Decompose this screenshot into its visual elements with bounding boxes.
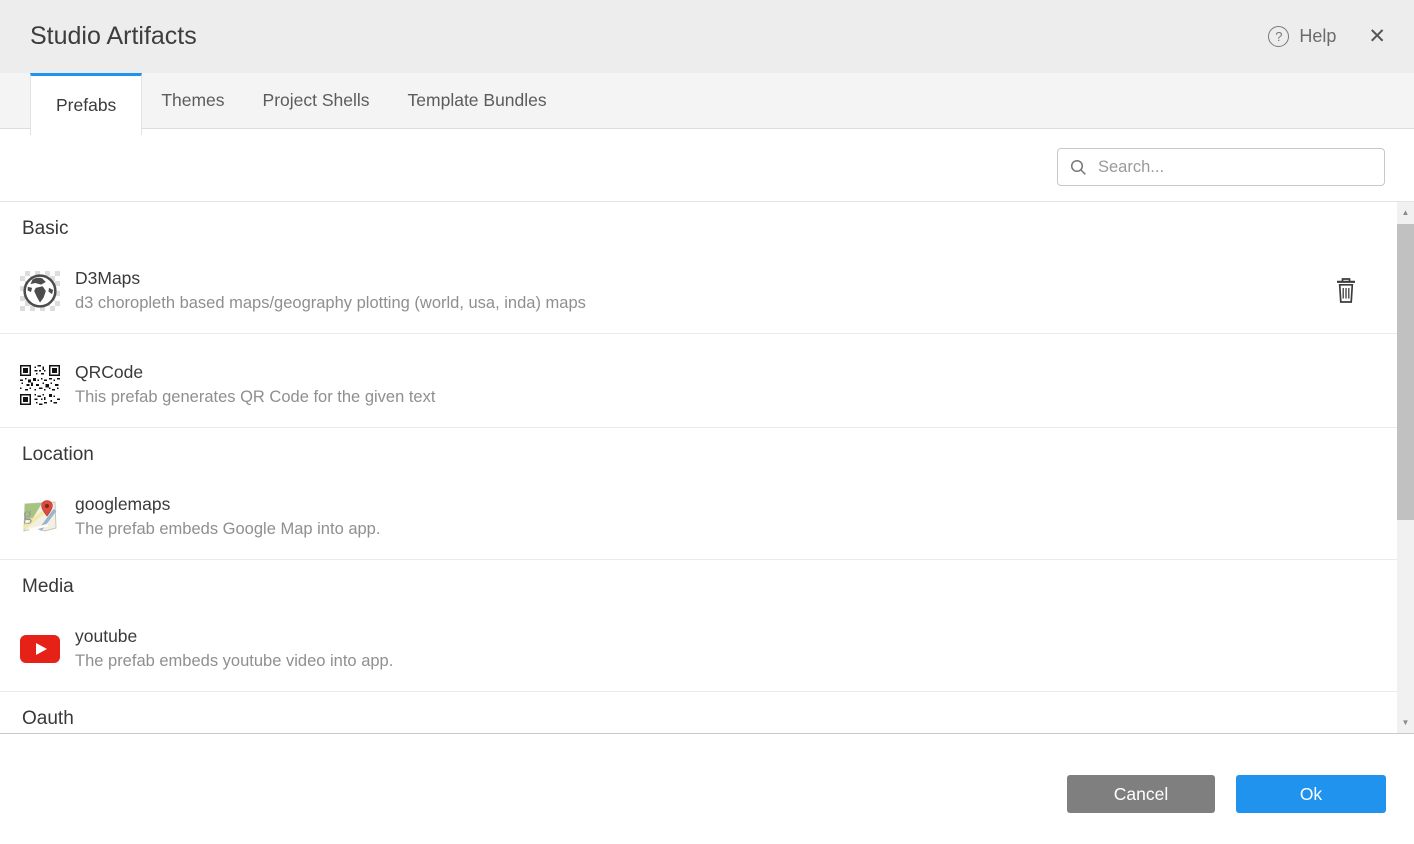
- prefab-row-d3maps[interactable]: D3Maps d3 choropleth based maps/geograph…: [0, 248, 1397, 334]
- prefab-description: The prefab embeds Google Map into app.: [75, 520, 380, 539]
- delete-prefab-button[interactable]: [1335, 277, 1357, 304]
- prefab-list-content: Basic D3Maps d3 choropleth based maps/ge…: [0, 202, 1397, 730]
- prefab-text: youtube The prefab embeds youtube video …: [75, 626, 393, 671]
- svg-text:g: g: [23, 504, 32, 524]
- tab-template-bundles[interactable]: Template Bundles: [389, 73, 566, 128]
- scroll-up-icon[interactable]: ▲: [1397, 204, 1414, 221]
- prefab-title: D3Maps: [75, 268, 586, 289]
- search-box[interactable]: [1057, 148, 1385, 186]
- globe-icon: [20, 271, 60, 311]
- prefab-description: This prefab generates QR Code for the gi…: [75, 388, 435, 407]
- dialog-header: Studio Artifacts ? Help ✕: [0, 0, 1414, 73]
- search-icon: [1070, 159, 1087, 176]
- tab-label: Template Bundles: [408, 90, 547, 111]
- prefab-description: The prefab embeds youtube video into app…: [75, 652, 393, 671]
- ok-button[interactable]: Ok: [1236, 775, 1386, 813]
- scroll-down-icon[interactable]: ▼: [1397, 714, 1414, 731]
- close-icon[interactable]: ✕: [1368, 26, 1386, 47]
- prefab-description: d3 choropleth based maps/geography plott…: [75, 294, 586, 313]
- tab-label: Themes: [161, 90, 224, 111]
- search-row: [0, 129, 1414, 201]
- prefab-text: QRCode This prefab generates QR Code for…: [75, 362, 435, 407]
- search-input[interactable]: [1096, 157, 1374, 178]
- tab-themes[interactable]: Themes: [142, 73, 243, 128]
- prefab-row-qrcode[interactable]: QRCode This prefab generates QR Code for…: [0, 342, 1397, 428]
- section-title-oauth: Oauth: [0, 692, 1397, 730]
- prefab-text: D3Maps d3 choropleth based maps/geograph…: [75, 268, 586, 313]
- section-title-media: Media: [0, 560, 1397, 598]
- tab-prefabs[interactable]: Prefabs: [30, 73, 142, 135]
- help-icon: ?: [1268, 26, 1289, 47]
- help-label: Help: [1299, 26, 1336, 47]
- tab-project-shells[interactable]: Project Shells: [244, 73, 389, 128]
- help-button[interactable]: ? Help: [1268, 26, 1336, 47]
- scrollbar-thumb[interactable]: [1397, 224, 1414, 520]
- prefab-row-googlemaps[interactable]: g googlemaps The prefab embeds Google Ma…: [0, 474, 1397, 560]
- header-actions: ? Help ✕: [1268, 26, 1386, 47]
- prefab-title: QRCode: [75, 362, 435, 383]
- prefab-title: youtube: [75, 626, 393, 647]
- tab-label: Prefabs: [56, 95, 116, 116]
- googlemaps-icon: g: [20, 497, 60, 537]
- tab-label: Project Shells: [263, 90, 370, 111]
- prefab-title: googlemaps: [75, 494, 380, 515]
- youtube-icon: [20, 629, 60, 669]
- section-title-basic: Basic: [0, 202, 1397, 240]
- prefab-list: Basic D3Maps d3 choropleth based maps/ge…: [0, 201, 1414, 734]
- page-title: Studio Artifacts: [30, 22, 197, 51]
- scrollbar[interactable]: ▲ ▼: [1397, 202, 1414, 733]
- section-title-location: Location: [0, 428, 1397, 466]
- tab-bar: Prefabs Themes Project Shells Template B…: [0, 73, 1414, 129]
- trash-icon: [1335, 292, 1357, 307]
- qrcode-icon: [20, 365, 60, 405]
- cancel-button[interactable]: Cancel: [1067, 775, 1215, 813]
- prefab-row-youtube[interactable]: youtube The prefab embeds youtube video …: [0, 606, 1397, 692]
- prefab-text: googlemaps The prefab embeds Google Map …: [75, 494, 380, 539]
